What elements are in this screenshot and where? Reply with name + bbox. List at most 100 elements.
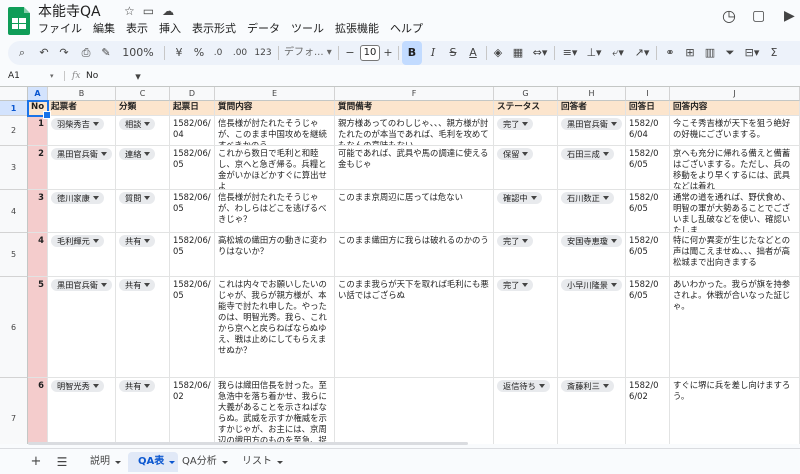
table-cell[interactable]: 毛利輝元 [48, 233, 116, 277]
dropdown-chip[interactable]: 連絡 [119, 148, 156, 160]
table-cell[interactable]: 1582/06/05 [170, 277, 215, 378]
sheets-logo-icon[interactable] [8, 7, 30, 35]
header-cell[interactable]: ステータス [494, 101, 558, 116]
table-cell[interactable]: 徳川家康 [48, 190, 116, 233]
table-cell[interactable]: これは内々でお願いしたいのじゃが、我らが親方様が、本能寺で討たれ申した。やったの… [215, 277, 335, 378]
table-cell[interactable]: 3 [28, 190, 48, 233]
dropdown-chip[interactable]: 黒田官兵衛 [561, 118, 622, 130]
merge-cells-icon[interactable]: ⇔▾ [530, 41, 550, 65]
dropdown-chip[interactable]: 明智光秀 [51, 380, 104, 392]
row-header-6[interactable]: 6 [0, 277, 28, 378]
column-header-I[interactable]: I [626, 87, 670, 101]
dropdown-chip[interactable]: 質問 [119, 192, 156, 204]
sheet-grid[interactable]: A B C D E F G H I J 1 No 起票者 分類 起票日 質問内容 質問備考 ステータス 回答者 回答日… [0, 86, 800, 444]
print-icon[interactable]: ⎙ [78, 41, 94, 65]
table-cell[interactable]: あいわかった。我らが旗を持参されよ。休戦が合いなった証じゃ。 [670, 277, 800, 378]
horizontal-scrollbar[interactable] [28, 442, 468, 445]
decrease-decimal-button[interactable]: .0 [210, 41, 226, 65]
dropdown-chip[interactable]: 毛利輝元 [51, 235, 104, 247]
table-cell[interactable]: 確認中 [494, 190, 558, 233]
table-cell[interactable]: 小早川隆景 [558, 277, 626, 378]
table-cell[interactable]: このまま京周辺に居っては危ない [335, 190, 494, 233]
cloud-status-icon[interactable]: ☁ [162, 4, 174, 18]
table-cell[interactable]: 通常の道を通れば、野伏食め、明智の軍が大勢あることでございまし乱破などを使い、確… [670, 190, 800, 233]
column-header-D[interactable]: D [170, 87, 215, 101]
dropdown-chip[interactable]: 共有 [119, 380, 156, 392]
add-sheet-button[interactable]: + [26, 452, 46, 472]
table-cell[interactable]: 1582/06/02 [170, 378, 215, 444]
search-menu-icon[interactable]: ⌕ [14, 41, 30, 65]
dropdown-chip[interactable]: 斎藤利三 [561, 380, 614, 392]
select-all-corner[interactable] [0, 87, 28, 101]
dropdown-chip[interactable]: 羽柴秀吉 [51, 118, 104, 130]
table-cell[interactable]: 信長様が討たれたそうじゃが、わしらはどこを逃げるべきじゃ？ [215, 190, 335, 233]
table-cell[interactable]: 安国寺恵瓊 [558, 233, 626, 277]
dropdown-chip[interactable]: 石川数正 [561, 192, 614, 204]
header-cell[interactable]: No [28, 101, 48, 116]
dropdown-chip[interactable]: 相談 [119, 118, 156, 130]
number-format-button[interactable]: 123 [252, 41, 274, 65]
dropdown-chip[interactable]: 確認中 [497, 192, 542, 204]
undo-icon[interactable]: ↶ [36, 41, 52, 65]
borders-icon[interactable]: ▦ [510, 41, 526, 65]
column-header-E[interactable]: E [215, 87, 335, 101]
font-size-decrease[interactable]: − [344, 41, 356, 65]
table-cell[interactable]: 共有 [116, 277, 170, 378]
dropdown-chip[interactable]: 黒田官兵衛 [51, 279, 112, 291]
menu-item-7[interactable]: 拡張機能 [335, 21, 379, 37]
zoom-select[interactable]: 100% ▾ [118, 41, 158, 83]
font-size-input[interactable]: 10 [360, 45, 380, 61]
table-cell[interactable]: 完了 [494, 277, 558, 378]
chevron-down-icon[interactable] [115, 461, 121, 464]
redo-icon[interactable]: ↷ [56, 41, 72, 65]
header-cell[interactable]: 質問備考 [335, 101, 494, 116]
vertical-align-icon[interactable]: ⊥▾ [584, 41, 604, 65]
header-cell[interactable]: 回答者 [558, 101, 626, 116]
table-cell[interactable]: 今こそ秀吉様が天下を狙う絶好の好機にございまする。 [670, 116, 800, 146]
column-header-J[interactable]: J [670, 87, 800, 101]
name-box[interactable]: A1 [8, 68, 20, 84]
table-cell[interactable]: 共有 [116, 378, 170, 444]
table-cell[interactable]: 信長様が討たれたそうじゃが、このまま中国攻めを継続すべきかのう [215, 116, 335, 146]
table-cell[interactable]: 2 [28, 146, 48, 190]
insert-chart-icon[interactable]: ▥ [702, 41, 718, 65]
table-cell[interactable]: 高松城の織田方の動きに変わりはないか？ [215, 233, 335, 277]
comment-icon[interactable]: ▢ [752, 8, 765, 24]
menu-item-2[interactable]: 表示 [126, 21, 148, 37]
column-header-B[interactable]: B [48, 87, 116, 101]
fill-color-icon[interactable]: ◈ [490, 41, 506, 65]
menu-item-6[interactable]: ツール [291, 21, 324, 37]
menu-item-8[interactable]: ヘルプ [390, 21, 423, 37]
dropdown-chip[interactable]: 完了 [497, 279, 534, 291]
table-cell[interactable]: 石田三成 [558, 146, 626, 190]
text-color-button[interactable]: A [466, 41, 480, 65]
dropdown-chip[interactable]: 小早川隆景 [561, 279, 622, 291]
functions-icon[interactable]: Σ [766, 41, 782, 65]
table-cell[interactable]: 羽柴秀吉 [48, 116, 116, 146]
percent-button[interactable]: % [192, 41, 206, 65]
insert-link-icon[interactable]: ⚭ [662, 41, 678, 65]
header-cell[interactable]: 回答内容 [670, 101, 800, 116]
row-header-2[interactable]: 2 [0, 116, 28, 146]
table-cell[interactable]: 質問 [116, 190, 170, 233]
menu-item-1[interactable]: 編集 [93, 21, 115, 37]
header-cell[interactable]: 起票日 [170, 101, 215, 116]
header-cell[interactable]: 起票者 [48, 101, 116, 116]
table-cell[interactable] [335, 378, 494, 444]
row-header-5[interactable]: 5 [0, 233, 28, 277]
strikethrough-button[interactable]: S [446, 41, 460, 65]
table-cell[interactable]: 1582/06/04 [170, 116, 215, 146]
history-icon[interactable]: ◷ [722, 6, 736, 25]
table-cell[interactable]: 京へも充分に帰れる備えと備蓄はございまする。ただし、兵の移動をより早くするには、… [670, 146, 800, 190]
table-cell[interactable]: このまま我らが天下を取れば毛利にも悪い話ではござらぬ [335, 277, 494, 378]
paint-format-icon[interactable]: ✎ [98, 41, 114, 65]
document-title[interactable]: 本能寺QA [38, 2, 101, 22]
table-cell[interactable]: 1 [28, 116, 48, 146]
row-header-7[interactable]: 7 [0, 378, 28, 444]
formula-input[interactable]: No [86, 68, 98, 84]
table-cell[interactable]: 連絡 [116, 146, 170, 190]
table-cell[interactable]: 1582/06/05 [626, 233, 670, 277]
menu-item-5[interactable]: データ [247, 21, 280, 37]
currency-button[interactable]: ¥ [172, 41, 186, 65]
italic-button[interactable]: I [426, 41, 440, 65]
